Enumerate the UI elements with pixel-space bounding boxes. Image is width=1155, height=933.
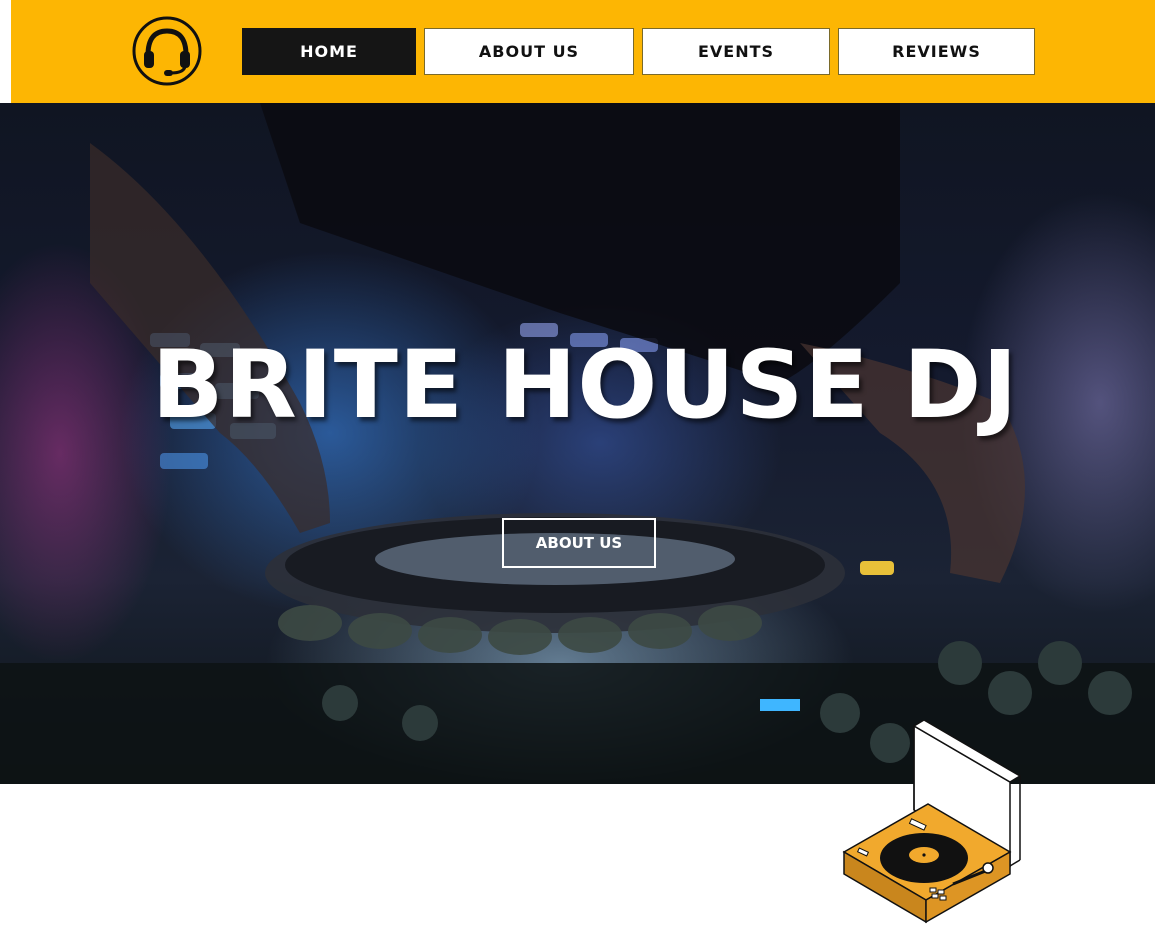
nav-reviews[interactable]: REVIEWS	[838, 28, 1035, 75]
hero-about-us-button[interactable]: ABOUT US	[502, 518, 656, 568]
dj-mixing-photo	[0, 103, 1155, 784]
hero-title: BRITE HOUSE DJ	[151, 331, 1019, 440]
turntable-icon	[842, 720, 1022, 924]
nav-about-us[interactable]: ABOUT US	[424, 28, 634, 75]
nav-home[interactable]: HOME	[242, 28, 416, 75]
nav-events[interactable]: EVENTS	[642, 28, 830, 75]
hero-section: BRITE HOUSE DJ ABOUT US	[0, 103, 1155, 784]
site-header: HOME ABOUT US EVENTS REVIEWS	[11, 0, 1155, 103]
headset-icon[interactable]	[131, 15, 203, 87]
